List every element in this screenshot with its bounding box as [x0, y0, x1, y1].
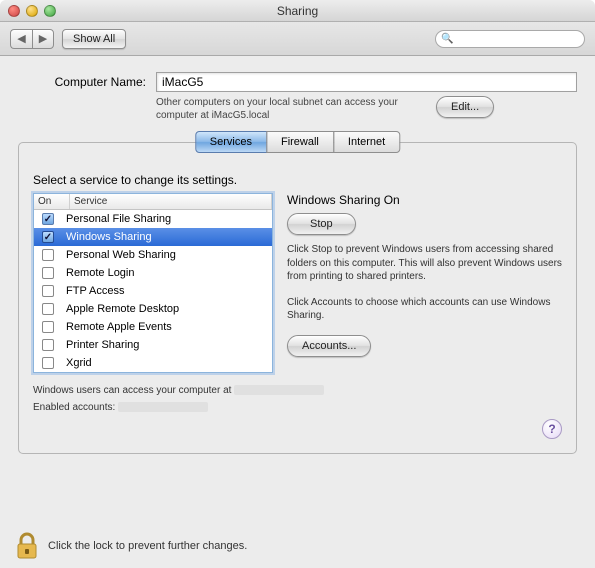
col-header-on[interactable]: On — [34, 194, 70, 209]
status-access: Windows users can access your computer a… — [33, 385, 562, 396]
service-checkbox[interactable] — [42, 267, 54, 279]
search-input[interactable]: 🔍 — [435, 30, 585, 48]
computer-name-label: Computer Name: — [18, 75, 146, 89]
table-row[interactable]: Windows Sharing — [34, 228, 272, 246]
computer-name-hint: Other computers on your local subnet can… — [156, 96, 426, 122]
table-row[interactable]: Apple Remote Desktop — [34, 300, 272, 318]
service-checkbox[interactable] — [42, 339, 54, 351]
table-row[interactable]: Remote Login — [34, 264, 272, 282]
edit-button[interactable]: Edit... — [436, 96, 494, 118]
services-table[interactable]: On Service Personal File Sharing Windows … — [33, 193, 273, 373]
service-name: Personal File Sharing — [60, 213, 268, 225]
tab-firewall[interactable]: Firewall — [266, 131, 334, 153]
service-name: Apple Remote Desktop — [60, 303, 268, 315]
service-name: Windows Sharing — [60, 231, 268, 243]
tab-internet[interactable]: Internet — [333, 131, 400, 153]
service-checkbox[interactable] — [42, 285, 54, 297]
back-button[interactable]: ◀ — [10, 29, 32, 49]
service-checkbox[interactable] — [42, 249, 54, 261]
lock-text: Click the lock to prevent further change… — [48, 540, 247, 552]
tabstrip: ServicesFirewallInternet — [195, 131, 400, 153]
table-row[interactable]: FTP Access — [34, 282, 272, 300]
detail-title: Windows Sharing On — [287, 193, 562, 207]
services-group: ServicesFirewallInternet Select a servic… — [18, 142, 577, 454]
service-name: FTP Access — [60, 285, 268, 297]
service-name: Remote Login — [60, 267, 268, 279]
detail-desc-2: Click Accounts to choose which accounts … — [287, 296, 562, 323]
content: Computer Name: Other computers on your l… — [0, 56, 595, 464]
titlebar: Sharing — [0, 0, 595, 22]
accounts-button[interactable]: Accounts... — [287, 335, 371, 357]
show-all-button[interactable]: Show All — [62, 29, 126, 49]
redacted-address — [234, 385, 324, 395]
help-button[interactable]: ? — [542, 419, 562, 439]
col-header-service[interactable]: Service — [70, 194, 272, 209]
service-name: Personal Web Sharing — [60, 249, 268, 261]
tab-services[interactable]: Services — [195, 131, 267, 153]
window-title: Sharing — [0, 4, 595, 18]
computer-name-field[interactable] — [156, 72, 577, 92]
stop-button[interactable]: Stop — [287, 213, 356, 235]
toolbar: ◀ ▶ Show All 🔍 — [0, 22, 595, 56]
arrow-left-icon: ◀ — [17, 32, 25, 45]
service-name: Xgrid — [60, 357, 268, 369]
service-checkbox[interactable] — [42, 231, 54, 243]
lock-icon[interactable] — [14, 532, 40, 560]
table-row[interactable]: Printer Sharing — [34, 336, 272, 354]
services-prompt: Select a service to change its settings. — [33, 173, 562, 187]
forward-button[interactable]: ▶ — [32, 29, 54, 49]
service-checkbox[interactable] — [42, 213, 54, 225]
table-row[interactable]: Personal File Sharing — [34, 210, 272, 228]
redacted-accounts — [118, 402, 208, 412]
service-checkbox[interactable] — [42, 303, 54, 315]
arrow-right-icon: ▶ — [39, 32, 47, 45]
service-checkbox[interactable] — [42, 357, 54, 369]
service-name: Printer Sharing — [60, 339, 268, 351]
table-row[interactable]: Personal Web Sharing — [34, 246, 272, 264]
search-icon: 🔍 — [441, 33, 453, 44]
status-enabled-accounts: Enabled accounts: — [33, 402, 562, 413]
nav-back-forward[interactable]: ◀ ▶ — [10, 29, 54, 49]
service-name: Remote Apple Events — [60, 321, 268, 333]
service-checkbox[interactable] — [42, 321, 54, 333]
table-row[interactable]: Xgrid — [34, 354, 272, 372]
detail-desc-1: Click Stop to prevent Windows users from… — [287, 243, 562, 284]
service-detail: Windows Sharing On Stop Click Stop to pr… — [287, 193, 562, 373]
table-row[interactable]: Remote Apple Events — [34, 318, 272, 336]
